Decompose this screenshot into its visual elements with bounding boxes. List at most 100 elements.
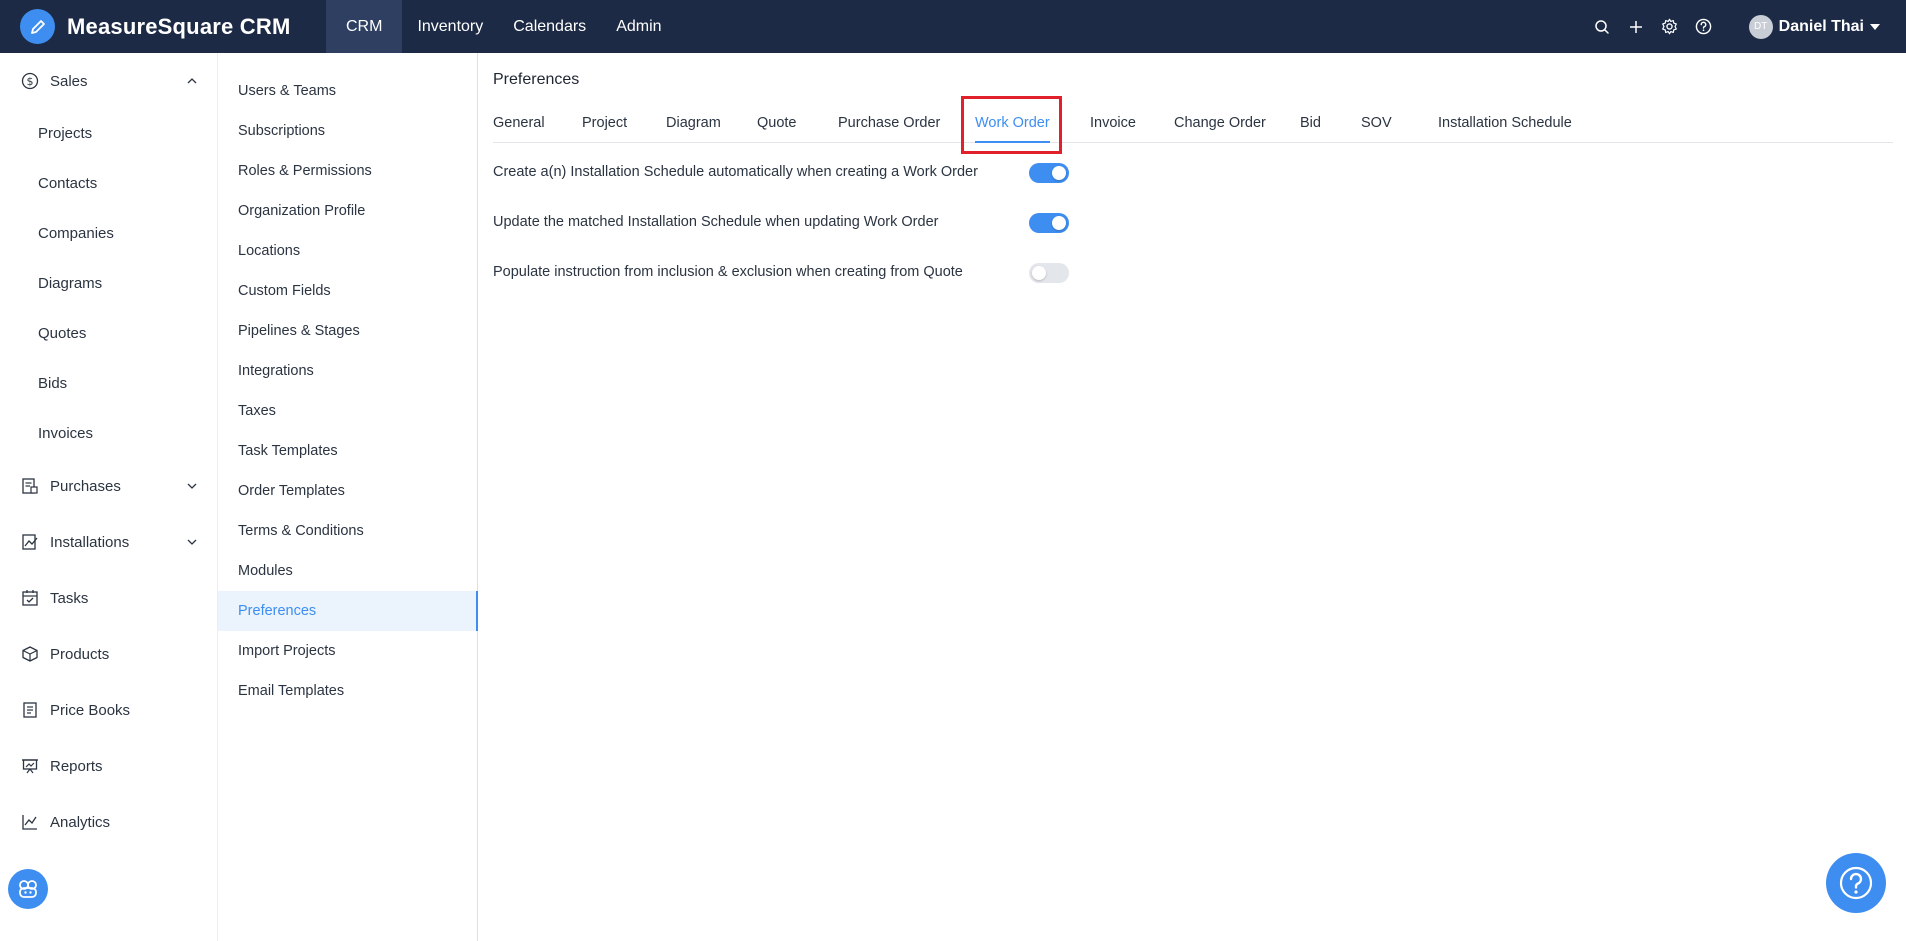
sidebar-item-analytics[interactable]: Analytics [0,802,218,842]
pencil-logo-icon [20,9,55,44]
populate-instruction-toggle[interactable] [1029,263,1069,283]
chevron-up-icon [186,74,198,92]
settings-item-pipelines-stages[interactable]: Pipelines & Stages [218,311,478,351]
sidebar-item-label: Analytics [50,813,111,831]
main-content: Preferences General Project Diagram Quot… [478,53,1906,941]
page-title: Preferences [493,71,580,88]
settings-menu: Users & Teams Subscriptions Roles & Perm… [218,53,478,941]
gear-icon[interactable] [1653,10,1687,44]
sidebar-group-sales[interactable]: $ Sales [0,61,218,101]
settings-item-taxes[interactable]: Taxes [218,391,478,431]
tab-quote[interactable]: Quote [757,103,797,143]
tab-installation-schedule[interactable]: Installation Schedule [1438,103,1572,143]
settings-item-order-templates[interactable]: Order Templates [218,471,478,511]
settings-item-terms-conditions[interactable]: Terms & Conditions [218,511,478,551]
sidebar-group-label: Installations [50,533,130,551]
tab-purchase-order[interactable]: Purchase Order [838,103,940,143]
question-circle-icon [1839,866,1873,900]
help-icon[interactable] [1687,10,1721,44]
sidebar-item-products[interactable]: Products [0,634,218,674]
tab-sov[interactable]: SOV [1361,103,1392,143]
tab-invoice[interactable]: Invoice [1090,103,1136,143]
brand[interactable]: MeasureSquare CRM [0,0,326,53]
avatar: DT [1748,14,1773,39]
sidebar-item-tasks[interactable]: Tasks [0,578,218,618]
sidebar-item-label: Products [50,645,110,663]
sidebar-item-price-books[interactable]: Price Books [0,690,218,730]
sidebar-item-label: Tasks [50,589,89,607]
preference-tabs: General Project Diagram Quote Purchase O… [493,103,1893,143]
sidebar-item-bids[interactable]: Bids [0,363,218,403]
sidebar-item-quotes[interactable]: Quotes [0,313,218,353]
settings-item-import-projects[interactable]: Import Projects [218,631,478,671]
sidebar-item-projects[interactable]: Projects [0,113,218,153]
settings-item-custom-fields[interactable]: Custom Fields [218,271,478,311]
dollar-icon: $ [20,71,40,91]
sidebar-group-purchases[interactable]: Purchases [0,466,218,506]
settings-item-roles-permissions[interactable]: Roles & Permissions [218,151,478,191]
sidebar-group-label: Sales [50,72,88,90]
settings-item-subscriptions[interactable]: Subscriptions [218,111,478,151]
settings-item-preferences[interactable]: Preferences [218,591,478,631]
tab-change-order[interactable]: Change Order [1174,103,1266,143]
auto-create-installation-schedule-toggle[interactable] [1029,163,1069,183]
tab-diagram[interactable]: Diagram [666,103,721,143]
chevron-down-icon [186,479,198,497]
purchase-doc-icon [20,476,40,496]
preference-row: Create a(n) Installation Schedule automa… [493,157,1493,187]
settings-item-integrations[interactable]: Integrations [218,351,478,391]
caret-down-icon [1870,23,1880,30]
topnav-admin[interactable]: Admin [601,0,676,53]
top-bar: MeasureSquare CRM CRM Inventory Calendar… [0,0,1906,53]
chevron-down-icon [186,535,198,553]
topbar-actions: DT Daniel Thai [1585,0,1906,53]
settings-item-organization-profile[interactable]: Organization Profile [218,191,478,231]
sidebar-item-reports[interactable]: Reports [0,746,218,786]
bot-icon [19,880,37,898]
svg-text:$: $ [27,75,34,88]
help-chat-button[interactable] [1826,853,1886,913]
box-icon [20,644,40,664]
calendar-check-icon [20,588,40,608]
user-name: Daniel Thai [1778,17,1864,35]
app-name: MeasureSquare CRM [67,13,291,39]
line-chart-icon [20,812,40,832]
installation-icon [20,532,40,552]
topnav-crm[interactable]: CRM [326,0,403,53]
assistant-bot-button[interactable] [8,869,48,909]
toggle-knob [1052,166,1066,180]
book-icon [20,700,40,720]
preference-label: Create a(n) Installation Schedule automa… [493,164,978,180]
presentation-icon [20,756,40,776]
sidebar-item-invoices[interactable]: Invoices [0,413,218,453]
sidebar-item-label: Price Books [50,701,131,719]
settings-item-task-templates[interactable]: Task Templates [218,431,478,471]
add-icon[interactable] [1619,10,1653,44]
sidebar-group-installations[interactable]: Installations [0,522,218,562]
tab-bid[interactable]: Bid [1300,103,1321,143]
search-icon[interactable] [1585,10,1619,44]
top-nav: CRM Inventory Calendars Admin [326,0,677,53]
tab-general[interactable]: General [493,103,545,143]
topnav-inventory[interactable]: Inventory [402,0,498,53]
preference-row: Update the matched Installation Schedule… [493,207,1493,237]
settings-item-locations[interactable]: Locations [218,231,478,271]
sidebar-group-label: Purchases [50,477,121,495]
toggle-knob [1032,266,1046,280]
settings-item-users-teams[interactable]: Users & Teams [218,71,478,111]
tab-project[interactable]: Project [582,103,627,143]
topnav-calendars[interactable]: Calendars [498,0,601,53]
sidebar: $ Sales Projects Contacts Companies Diag… [0,53,218,941]
update-installation-schedule-toggle[interactable] [1029,213,1069,233]
settings-item-modules[interactable]: Modules [218,551,478,591]
sidebar-item-label: Reports [50,757,103,775]
user-menu[interactable]: DT Daniel Thai [1748,14,1880,39]
tab-work-order[interactable]: Work Order [975,103,1050,143]
settings-item-email-templates[interactable]: Email Templates [218,671,478,711]
toggle-knob [1052,216,1066,230]
preference-label: Populate instruction from inclusion & ex… [493,264,963,280]
sidebar-item-diagrams[interactable]: Diagrams [0,263,218,303]
sidebar-item-contacts[interactable]: Contacts [0,163,218,203]
preference-row: Populate instruction from inclusion & ex… [493,257,1493,287]
sidebar-item-companies[interactable]: Companies [0,213,218,253]
